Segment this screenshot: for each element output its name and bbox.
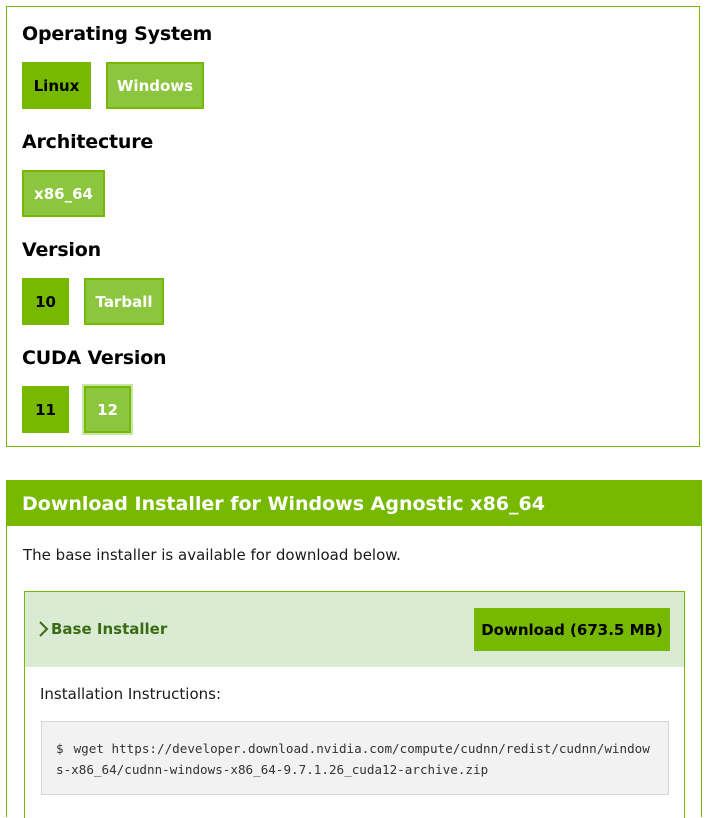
cuda-option-12[interactable]: 12: [84, 386, 131, 433]
os-section-title: Operating System: [22, 23, 213, 45]
version-section-title: Version: [22, 239, 101, 261]
install-command: wget https://developer.download.nvidia.c…: [56, 741, 650, 777]
base-installer-label: Base Installer: [51, 620, 168, 638]
arch-option-x86-64[interactable]: x86_64: [22, 170, 105, 217]
os-option-linux[interactable]: Linux: [22, 62, 91, 109]
platform-selector-panel: Operating System Linux Windows Architect…: [6, 6, 700, 447]
cuda-section-title: CUDA Version: [22, 347, 167, 369]
installation-instructions-label: Installation Instructions:: [40, 685, 221, 703]
install-command-block[interactable]: $ wget https://developer.download.nvidia.…: [41, 721, 669, 795]
architecture-section-title: Architecture: [22, 131, 154, 153]
download-button[interactable]: Download (673.5 MB): [474, 608, 670, 651]
chevron-right-icon: [39, 621, 49, 637]
base-installer-box: Base Installer Download (673.5 MB) Insta…: [24, 591, 685, 818]
version-option-10[interactable]: 10: [22, 278, 69, 325]
download-panel-header: Download Installer for Windows Agnostic …: [7, 481, 701, 526]
os-option-windows[interactable]: Windows: [106, 62, 204, 109]
version-option-tarball[interactable]: Tarball: [84, 278, 164, 325]
cuda-option-11[interactable]: 11: [22, 386, 69, 433]
base-installer-header[interactable]: Base Installer Download (673.5 MB): [25, 592, 684, 667]
shell-prompt: $: [56, 741, 64, 756]
download-panel: Download Installer for Windows Agnostic …: [6, 480, 702, 818]
download-description: The base installer is available for down…: [23, 546, 401, 564]
